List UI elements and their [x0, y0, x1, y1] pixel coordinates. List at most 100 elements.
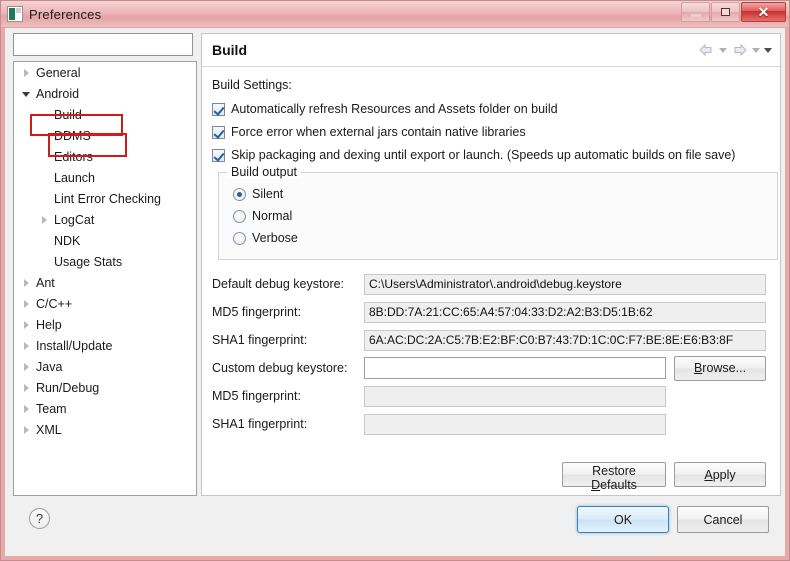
field-label: MD5 fingerprint:: [212, 305, 301, 319]
preferences-page: Build Build Settings: Automatically refr…: [201, 33, 781, 496]
sidebar-item-launch[interactable]: Launch: [14, 167, 196, 188]
expand-arrow-icon[interactable]: [18, 314, 34, 335]
sidebar-item-ant[interactable]: Ant: [14, 272, 196, 293]
sidebar-item-label: Lint Error Checking: [54, 191, 161, 206]
sidebar-item-install-update[interactable]: Install/Update: [14, 335, 196, 356]
sidebar-item-label: C/C++: [36, 296, 73, 311]
sidebar-item-editors[interactable]: Editors: [14, 146, 196, 167]
window-controls: ✕: [680, 2, 786, 22]
chevron-right-icon: [23, 425, 29, 434]
view-menu-chevron-down-icon[interactable]: [764, 47, 772, 53]
preferences-tree[interactable]: General Android Build DDMS Editors Launch Lint…: [13, 61, 197, 496]
restore-label-post: efaults: [600, 478, 637, 492]
page-action-buttons: Restore Defaults Apply: [562, 462, 766, 492]
checkbox-row[interactable]: Automatically refresh Resources and Asse…: [212, 98, 766, 120]
sidebar-item-help[interactable]: Help: [14, 314, 196, 335]
checkbox-icon[interactable]: [212, 125, 225, 139]
sidebar-item-android[interactable]: Android: [14, 83, 196, 104]
chevron-down-icon: [22, 92, 30, 97]
checkbox-row[interactable]: Skip packaging and dexing until export o…: [212, 144, 766, 166]
checkbox-row[interactable]: Force error when external jars contain n…: [212, 121, 766, 143]
sidebar-item-ddms[interactable]: DDMS: [14, 125, 196, 146]
radio-row[interactable]: Normal: [227, 205, 777, 227]
expand-arrow-icon[interactable]: [18, 272, 34, 293]
dialog-footer: ? OK Cancel: [5, 498, 785, 556]
field-value: [364, 413, 666, 435]
sidebar-item-label: Android: [36, 86, 80, 101]
filter-input[interactable]: [13, 33, 193, 56]
radio-label: Silent: [252, 187, 284, 201]
expand-arrow-icon[interactable]: [36, 209, 52, 230]
forward-arrow-icon[interactable]: [731, 43, 748, 57]
back-menu-chevron-down-icon[interactable]: [719, 47, 727, 53]
minimize-button[interactable]: [681, 2, 710, 22]
radio-row[interactable]: Verbose: [227, 227, 777, 249]
title-bar[interactable]: Preferences ✕: [1, 1, 789, 28]
sidebar-item-team[interactable]: Team: [14, 398, 196, 419]
radio-row[interactable]: Silent: [227, 183, 777, 205]
page-nav-tools: [698, 43, 772, 57]
sidebar-item-c-c[interactable]: C/C++: [14, 293, 196, 314]
sidebar-item-label: General: [36, 65, 81, 80]
collapse-arrow-icon[interactable]: [18, 83, 34, 104]
custom-debug-keystore-input[interactable]: [364, 357, 666, 379]
browse-button[interactable]: Browse...: [674, 355, 766, 381]
sidebar-item-label: Help: [36, 317, 62, 332]
radio-label: Normal: [252, 209, 293, 223]
radio-label: Verbose: [252, 231, 298, 245]
field-value: [364, 385, 666, 407]
radio-icon[interactable]: [233, 187, 246, 201]
sidebar-item-label: DDMS: [54, 128, 91, 143]
checkbox-icon[interactable]: [212, 102, 225, 116]
build-settings-label: Build Settings:: [212, 78, 292, 92]
sidebar-item-lint-error-checking[interactable]: Lint Error Checking: [14, 188, 196, 209]
sidebar-item-label: LogCat: [54, 212, 95, 227]
chevron-right-icon: [23, 362, 29, 371]
expand-arrow-icon[interactable]: [18, 62, 34, 83]
expand-arrow-icon[interactable]: [18, 356, 34, 377]
preferences-window: Preferences ✕ General Android Build DDMS Edi…: [0, 0, 790, 561]
cancel-button[interactable]: Cancel: [677, 506, 769, 533]
expand-arrow-icon[interactable]: [18, 398, 34, 419]
sidebar-item-run-debug[interactable]: Run/Debug: [14, 377, 196, 398]
help-icon[interactable]: ?: [29, 508, 50, 529]
apply-button[interactable]: Apply: [674, 462, 766, 487]
sidebar-item-java[interactable]: Java: [14, 356, 196, 377]
ok-button[interactable]: OK: [577, 506, 669, 533]
back-arrow-icon[interactable]: [698, 43, 715, 57]
sidebar-item-logcat[interactable]: LogCat: [14, 209, 196, 230]
forward-menu-chevron-down-icon[interactable]: [752, 47, 760, 53]
sidebar-item-usage-stats[interactable]: Usage Stats: [14, 251, 196, 272]
restore-mnemonic: D: [591, 478, 601, 492]
sidebar-item-build[interactable]: Build: [14, 104, 196, 125]
chevron-right-icon: [41, 215, 47, 224]
radio-icon[interactable]: [233, 231, 246, 245]
radio-icon[interactable]: [233, 209, 246, 223]
close-button[interactable]: ✕: [741, 2, 786, 22]
field-row: SHA1 fingerprint: 6A:AC:DC:2A:C5:7B:E2:BF…: [212, 326, 766, 354]
chevron-right-icon: [23, 383, 29, 392]
expand-arrow-icon[interactable]: [18, 293, 34, 314]
custom-debug-keystore-label: Custom debug keystore:: [212, 361, 348, 375]
sidebar-item-label: Run/Debug: [36, 380, 100, 395]
sidebar-item-ndk[interactable]: NDK: [14, 230, 196, 251]
field-label: Default debug keystore:: [212, 277, 345, 291]
expand-arrow-icon[interactable]: [18, 335, 34, 356]
maximize-button[interactable]: [711, 2, 740, 22]
field-label: SHA1 fingerprint:: [212, 417, 308, 431]
sidebar-item-xml[interactable]: XML: [14, 419, 196, 440]
sidebar-item-general[interactable]: General: [14, 62, 196, 83]
build-output-legend: Build output: [227, 165, 302, 179]
preferences-sidebar: General Android Build DDMS Editors Launch Lint…: [13, 33, 197, 496]
expand-arrow-icon[interactable]: [18, 419, 34, 440]
sidebar-item-label: Java: [36, 359, 63, 374]
restore-defaults-button[interactable]: Restore Defaults: [562, 462, 666, 492]
expand-arrow-icon[interactable]: [18, 377, 34, 398]
checkbox-icon[interactable]: [212, 148, 225, 162]
field-label: MD5 fingerprint:: [212, 389, 301, 403]
minimize-icon: [690, 13, 701, 17]
